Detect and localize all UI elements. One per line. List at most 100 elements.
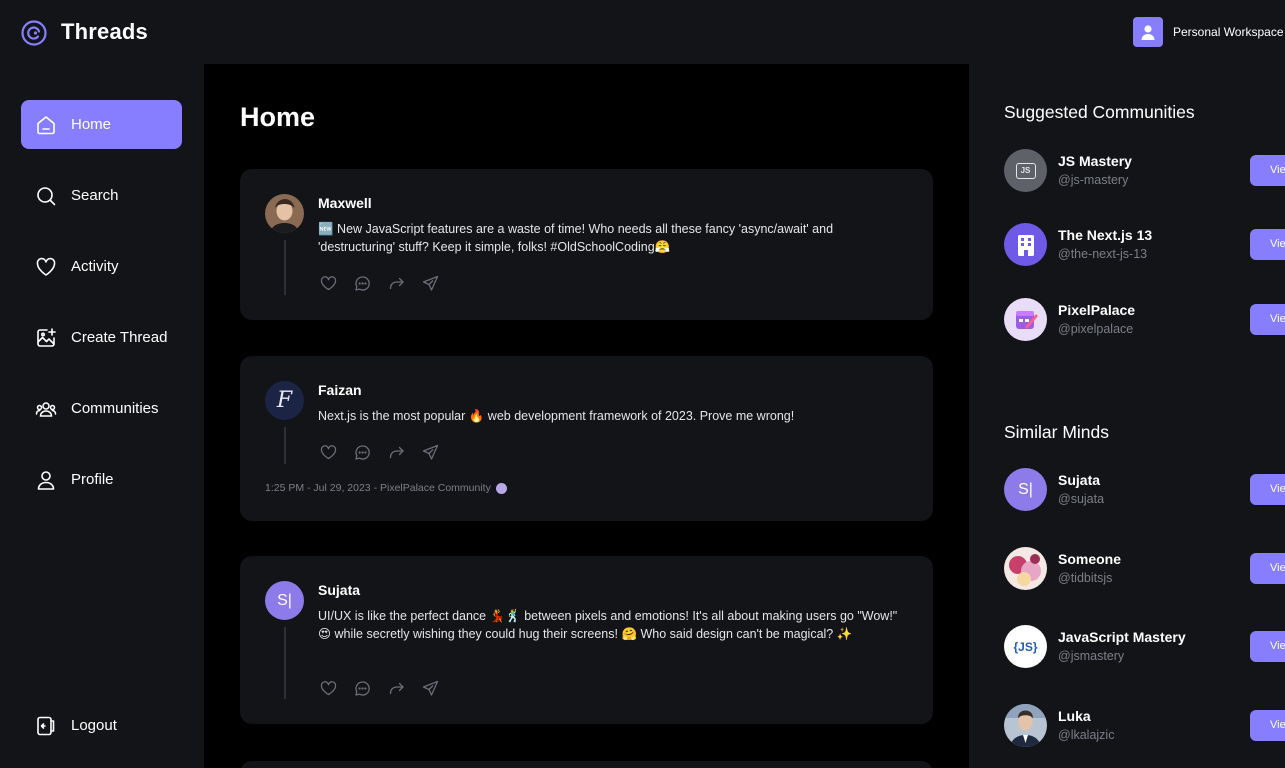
community-badge-icon <box>495 482 507 494</box>
user-name: JavaScript Mastery <box>1058 629 1186 645</box>
user-name: Luka <box>1058 708 1091 724</box>
similar-minds-title: Similar Minds <box>1004 422 1110 442</box>
user-handle: @tidbitsjs <box>1058 571 1113 585</box>
thread-content: Next.js is the most popular 🔥 web develo… <box>318 409 795 423</box>
workspace-avatar-icon <box>1133 17 1163 47</box>
avatar-text: {JS} <box>1013 639 1038 654</box>
workspace-label: Personal Workspace <box>1173 25 1284 39</box>
like-icon[interactable] <box>320 444 337 461</box>
avatar: {JS} <box>1004 625 1047 668</box>
thread-content: 🆕 New JavaScript features are a waste of… <box>318 222 834 254</box>
user-handle: @jsmastery <box>1058 649 1125 663</box>
avatar <box>1004 547 1047 590</box>
avatar[interactable] <box>265 194 304 233</box>
avatar[interactable]: F <box>265 381 304 420</box>
avatar-letter: S| <box>1018 480 1033 498</box>
reply-icon[interactable] <box>354 680 371 697</box>
palette-icon <box>1015 310 1038 329</box>
thread-line <box>284 627 286 699</box>
share-icon[interactable] <box>422 275 439 292</box>
building-icon <box>1017 234 1034 256</box>
avatar <box>1004 704 1047 747</box>
user-handle: @lkalajzic <box>1058 728 1115 742</box>
nav-item-search[interactable]: Search <box>21 171 182 220</box>
view-button[interactable]: View <box>1250 155 1285 186</box>
thread-card <box>240 761 933 768</box>
nav-item-label: Communities <box>71 400 159 417</box>
view-button[interactable]: View <box>1250 631 1285 662</box>
thread-line <box>284 240 286 295</box>
right-sidebar: Suggested Communities JS JS Mastery @js-… <box>969 64 1285 768</box>
avatar[interactable]: S| <box>265 581 304 620</box>
nav-item-profile[interactable]: Profile <box>21 455 182 504</box>
thread-line <box>284 427 286 464</box>
nav-item-activity[interactable]: Activity <box>21 242 182 291</box>
app-title[interactable]: Threads <box>61 19 148 45</box>
thread-actions <box>320 680 439 697</box>
create-thread-icon <box>37 327 56 347</box>
like-icon[interactable] <box>320 275 337 292</box>
user-name: Sujata <box>1058 472 1101 488</box>
thread-card: S| Sujata UI/UX is like the perfect danc… <box>240 556 933 724</box>
share-icon[interactable] <box>422 444 439 461</box>
avatar-letter: S| <box>277 591 292 609</box>
community-name: The Next.js 13 <box>1058 227 1153 243</box>
view-button[interactable]: View <box>1250 304 1285 335</box>
avatar: JS <box>1004 149 1047 192</box>
nav-item-home[interactable]: Home <box>21 100 182 149</box>
threads-logo-icon[interactable] <box>20 19 48 47</box>
left-sidebar: Home Search Activity Create Thread Commu… <box>0 64 204 768</box>
thread-author[interactable]: Maxwell <box>318 195 372 211</box>
logout-label: Logout <box>71 717 117 734</box>
repost-icon[interactable] <box>388 275 405 292</box>
thread-card: F Faizan Next.js is the most popular 🔥 w… <box>240 356 933 521</box>
reply-icon[interactable] <box>354 444 371 461</box>
repost-icon[interactable] <box>388 680 405 697</box>
community-name: JS Mastery <box>1058 153 1132 169</box>
user-handle: @sujata <box>1058 492 1105 506</box>
nav-item-label: Home <box>71 116 112 133</box>
community-handle: @the-next-js-13 <box>1058 247 1148 261</box>
nav-item-label: Profile <box>71 471 114 488</box>
user-item[interactable]: Luka @lkalajzic View <box>1004 704 1285 748</box>
nav-item-create-thread[interactable]: Create Thread <box>21 313 182 362</box>
view-button[interactable]: View <box>1250 474 1285 505</box>
thread-meta-text: 1:25 PM - Jul 29, 2023 - PixelPalace Com… <box>265 482 491 494</box>
avatar-letter: F <box>276 388 293 413</box>
logout-icon <box>37 716 55 735</box>
thread-meta[interactable]: 1:25 PM - Jul 29, 2023 - PixelPalace Com… <box>265 482 507 494</box>
thread-card: Maxwell 🆕 New JavaScript features are a … <box>240 169 933 320</box>
share-icon[interactable] <box>422 680 439 697</box>
nav-item-label: Search <box>71 187 119 204</box>
search-icon <box>37 186 56 205</box>
community-item[interactable]: The Next.js 13 @the-next-js-13 View <box>1004 223 1285 267</box>
nav-item-label: Create Thread <box>71 329 168 346</box>
avatar <box>1004 223 1047 266</box>
view-button[interactable]: View <box>1250 229 1285 260</box>
like-icon[interactable] <box>320 680 337 697</box>
community-handle: @js-mastery <box>1058 173 1129 187</box>
thread-author[interactable]: Faizan <box>318 382 362 398</box>
workspace-switcher[interactable]: Personal Workspace <box>1133 17 1284 47</box>
reply-icon[interactable] <box>354 275 371 292</box>
view-button[interactable]: View <box>1250 710 1285 741</box>
page-title: Home <box>240 102 316 132</box>
thread-actions <box>320 444 439 461</box>
thread-content: UI/UX is like the perfect dance 💃🕺 betwe… <box>318 609 898 641</box>
user-item[interactable]: {JS} JavaScript Mastery @jsmastery View <box>1004 625 1285 669</box>
community-item[interactable]: PixelPalace @pixelpalace View <box>1004 298 1285 342</box>
nav-item-communities[interactable]: Communities <box>21 384 182 433</box>
suggested-communities-title: Suggested Communities <box>1004 102 1195 122</box>
main-feed: Home Maxwell 🆕 New JavaScript features a… <box>204 64 969 768</box>
thread-author[interactable]: Sujata <box>318 582 360 598</box>
community-name: PixelPalace <box>1058 302 1136 318</box>
home-icon <box>37 115 55 134</box>
logout-button[interactable]: Logout <box>21 701 182 750</box>
user-name: Someone <box>1058 551 1122 567</box>
repost-icon[interactable] <box>388 444 405 461</box>
user-item[interactable]: Someone @tidbitsjs View <box>1004 547 1285 591</box>
view-button[interactable]: View <box>1250 553 1285 584</box>
community-item[interactable]: JS JS Mastery @js-mastery View <box>1004 149 1285 193</box>
communities-icon <box>35 401 57 417</box>
user-item[interactable]: S| Sujata @sujata View <box>1004 468 1285 512</box>
